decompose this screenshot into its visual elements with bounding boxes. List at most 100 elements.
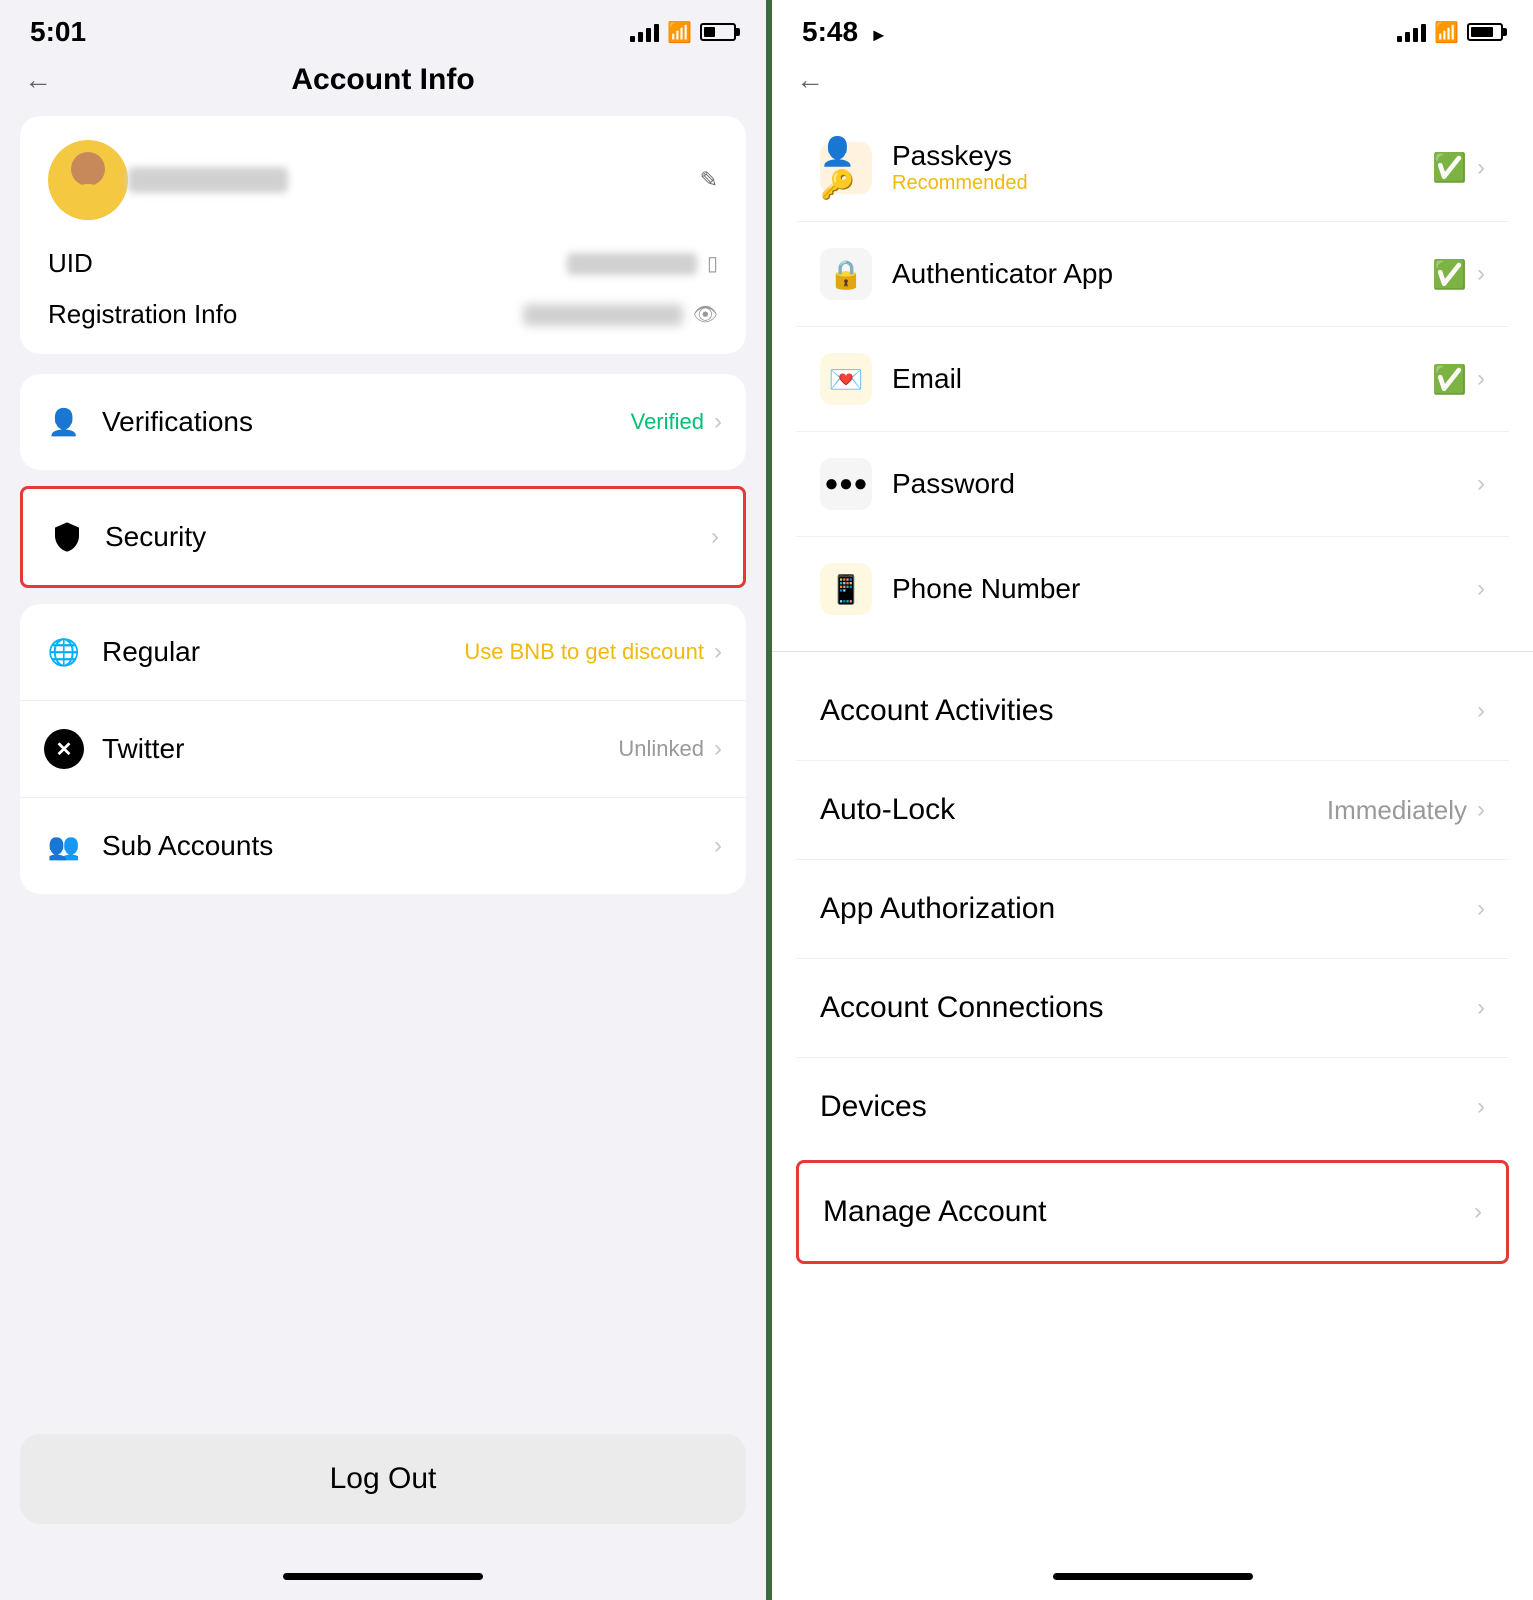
wifi-icon: 📶 bbox=[667, 20, 692, 45]
account-activities-label: Account Activities bbox=[820, 694, 1477, 728]
chevron-icon: › bbox=[711, 523, 719, 551]
password-label: Password bbox=[892, 468, 1015, 499]
username-area bbox=[128, 167, 688, 193]
auto-lock-value: Immediately bbox=[1327, 795, 1467, 826]
people-icon: 👥 bbox=[44, 826, 84, 866]
sub-accounts-label: Sub Accounts bbox=[102, 830, 714, 862]
username-blur bbox=[128, 167, 288, 193]
manage-account-item[interactable]: Manage Account › bbox=[799, 1163, 1506, 1261]
edit-icon[interactable]: ✎ bbox=[700, 167, 718, 193]
passkeys-sublabel: Recommended bbox=[892, 172, 1432, 195]
phone-label: Phone Number bbox=[892, 573, 1080, 604]
passkeys-label: Passkeys bbox=[892, 140, 1012, 171]
left-status-icons: 📶 bbox=[630, 20, 736, 45]
authenticator-label: Authenticator App bbox=[892, 258, 1113, 289]
security-label: Security bbox=[105, 521, 711, 553]
manage-account-label: Manage Account bbox=[823, 1195, 1474, 1229]
battery-icon bbox=[1467, 23, 1503, 41]
back-button[interactable]: ← bbox=[24, 66, 52, 94]
uid-row: UID ▯ bbox=[48, 248, 718, 279]
reg-value-row: 👁 bbox=[523, 302, 718, 327]
right-status-bar: 5:48 ► 📶 bbox=[772, 0, 1533, 56]
bnb-badge: Use BNB to get discount bbox=[464, 639, 704, 665]
right-nav-bar: ← bbox=[772, 56, 1533, 114]
authenticator-text: Authenticator App bbox=[892, 258, 1432, 290]
wifi-icon: 📶 bbox=[1434, 20, 1459, 45]
right-panel: 5:48 ► 📶 ← 👤🔑 Passkeys bbox=[766, 0, 1533, 1600]
twitter-label: Twitter bbox=[102, 733, 618, 765]
globe-icon: 🌐 bbox=[44, 632, 84, 672]
menu-section-bottom: 🌐 Regular Use BNB to get discount › ✕ Tw… bbox=[20, 604, 746, 894]
profile-header: ✎ bbox=[48, 140, 718, 220]
left-panel: 5:01 📶 ← Account Info bbox=[0, 0, 766, 1600]
auto-lock-item[interactable]: Auto-Lock Immediately › bbox=[796, 760, 1509, 859]
reg-label: Registration Info bbox=[48, 299, 237, 330]
account-connections-label: Account Connections bbox=[820, 991, 1477, 1025]
chevron-icon: › bbox=[1474, 1198, 1482, 1226]
authenticator-icon: 🔒 bbox=[820, 248, 872, 300]
left-status-bar: 5:01 📶 bbox=[0, 0, 766, 56]
chevron-icon: › bbox=[1477, 365, 1485, 393]
home-indicator bbox=[283, 1573, 483, 1580]
person-icon: 👤 bbox=[44, 402, 84, 442]
chevron-icon: › bbox=[1477, 470, 1485, 498]
chevron-icon: › bbox=[714, 735, 722, 763]
chevron-icon: › bbox=[714, 638, 722, 666]
right-home-indicator bbox=[1053, 1573, 1253, 1580]
email-item[interactable]: 💌 Email ✅ › bbox=[796, 327, 1509, 432]
chevron-icon: › bbox=[714, 832, 722, 860]
passkeys-item[interactable]: 👤🔑 Passkeys Recommended ✅ › bbox=[796, 114, 1509, 222]
check-icon: ✅ bbox=[1432, 258, 1467, 291]
password-item[interactable]: ●●● Password › bbox=[796, 432, 1509, 537]
uid-value-row: ▯ bbox=[567, 251, 718, 276]
page-title: Account Info bbox=[291, 63, 474, 97]
phone-icon: 📱 bbox=[820, 563, 872, 615]
chevron-icon: › bbox=[1477, 796, 1485, 824]
right-time: 5:48 ► bbox=[802, 16, 888, 48]
phone-text: Phone Number bbox=[892, 573, 1477, 605]
eye-icon[interactable]: 👁 bbox=[693, 302, 718, 327]
email-text: Email bbox=[892, 363, 1432, 395]
chevron-icon: › bbox=[714, 408, 722, 436]
app-authorization-item[interactable]: App Authorization › bbox=[796, 859, 1509, 958]
verifications-label: Verifications bbox=[102, 406, 631, 438]
signal-icon bbox=[630, 22, 659, 42]
signal-icon bbox=[1397, 22, 1426, 42]
account-connections-item[interactable]: Account Connections › bbox=[796, 958, 1509, 1057]
unlinked-badge: Unlinked bbox=[618, 736, 704, 762]
menu-item-verifications[interactable]: 👤 Verifications Verified › bbox=[20, 374, 746, 470]
security-item-highlighted[interactable]: Security › bbox=[20, 486, 746, 588]
right-back-button[interactable]: ← bbox=[796, 66, 824, 94]
menu-item-twitter[interactable]: ✕ Twitter Unlinked › bbox=[20, 701, 746, 798]
check-icon: ✅ bbox=[1432, 151, 1467, 184]
chevron-icon: › bbox=[1477, 575, 1485, 603]
authenticator-item[interactable]: 🔒 Authenticator App ✅ › bbox=[796, 222, 1509, 327]
twitter-icon: ✕ bbox=[44, 729, 84, 769]
chevron-icon: › bbox=[1477, 154, 1485, 182]
logout-label: Log Out bbox=[330, 1462, 437, 1495]
app-authorization-label: App Authorization bbox=[820, 892, 1477, 926]
plain-items-section: Account Activities › Auto-Lock Immediate… bbox=[772, 662, 1533, 1264]
phone-item[interactable]: 📱 Phone Number › bbox=[796, 537, 1509, 641]
left-time: 5:01 bbox=[30, 16, 86, 48]
menu-item-regular[interactable]: 🌐 Regular Use BNB to get discount › bbox=[20, 604, 746, 701]
email-label: Email bbox=[892, 363, 962, 394]
menu-item-security[interactable]: Security › bbox=[23, 489, 743, 585]
chevron-icon: › bbox=[1477, 994, 1485, 1022]
reg-row: Registration Info 👁 bbox=[48, 299, 718, 330]
profile-card: ✎ UID ▯ Registration Info 👁 bbox=[20, 116, 746, 354]
security-section: 👤🔑 Passkeys Recommended ✅ › 🔒 Authentica… bbox=[772, 114, 1533, 641]
menu-section-top: 👤 Verifications Verified › bbox=[20, 374, 746, 470]
logout-button[interactable]: Log Out bbox=[20, 1434, 746, 1524]
auto-lock-label: Auto-Lock bbox=[820, 793, 1327, 827]
shield-icon bbox=[47, 517, 87, 557]
left-nav-bar: ← Account Info bbox=[0, 56, 766, 108]
verified-badge: Verified bbox=[631, 409, 704, 435]
chevron-icon: › bbox=[1477, 260, 1485, 288]
account-activities-item[interactable]: Account Activities › bbox=[796, 662, 1509, 760]
devices-item[interactable]: Devices › bbox=[796, 1057, 1509, 1156]
copy-icon[interactable]: ▯ bbox=[707, 251, 718, 276]
password-icon: ●●● bbox=[820, 458, 872, 510]
menu-item-sub-accounts[interactable]: 👥 Sub Accounts › bbox=[20, 798, 746, 894]
email-icon: 💌 bbox=[820, 353, 872, 405]
